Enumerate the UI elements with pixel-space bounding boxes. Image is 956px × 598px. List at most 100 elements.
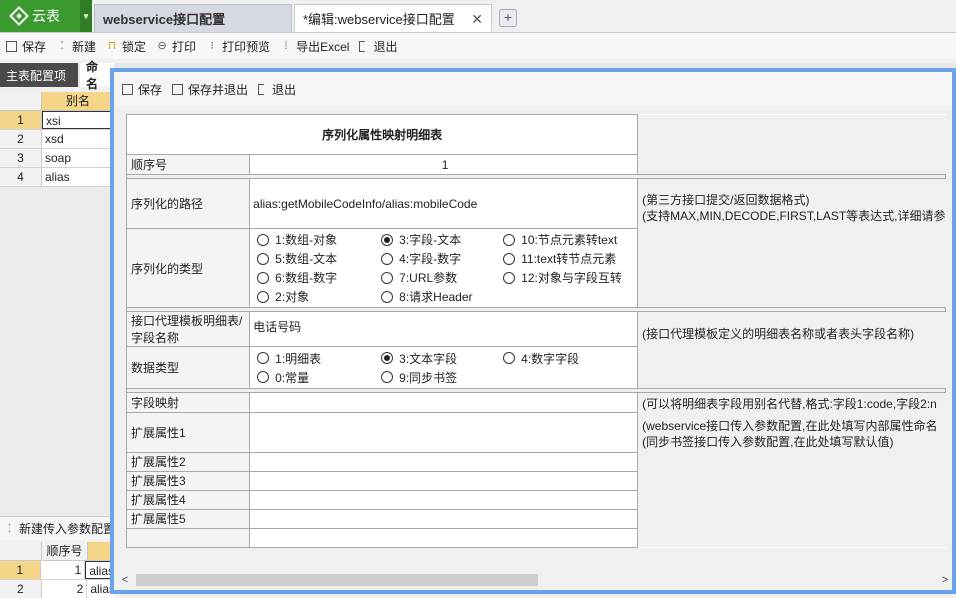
note-empty <box>637 228 946 308</box>
alias-cell[interactable]: xsi <box>42 111 115 129</box>
option-label: 1:明细表 <box>275 351 322 366</box>
path-field[interactable]: alias:getMobileCodeInfo/alias:mobileCode <box>249 178 639 229</box>
tab-namespace[interactable]: 命名 <box>80 60 114 91</box>
option-label: 2:对象 <box>275 290 310 304</box>
type-option-8[interactable]: 8:请求Header <box>381 288 503 305</box>
dtype-option-3[interactable]: 3:文本字段 <box>381 350 503 367</box>
app-menu-button[interactable]: 云表 <box>0 0 80 32</box>
app-logo-icon <box>9 6 29 26</box>
scroll-left-icon[interactable]: < <box>118 574 132 586</box>
new-icon: ⁚ <box>7 522 12 535</box>
ext5-field[interactable] <box>249 508 639 529</box>
close-icon[interactable]: ✕ <box>471 11 483 28</box>
table-row[interactable]: 1 1 alias <box>0 561 115 580</box>
type-option-11[interactable]: 11:text转节点元素 <box>503 250 633 267</box>
proxy-field[interactable]: 电话号码 <box>249 311 639 347</box>
note-empty <box>637 509 946 528</box>
add-tab-button[interactable]: + <box>499 9 517 27</box>
type-option-10[interactable]: 10:节点元素转text <box>503 231 633 248</box>
map-field[interactable] <box>249 392 639 413</box>
row-number: 1 <box>0 561 41 579</box>
seq-cell[interactable]: 2 <box>42 580 88 598</box>
type-option-1[interactable]: 1:数组-对象 <box>257 231 381 248</box>
ext2-label: 扩展属性2 <box>126 451 251 472</box>
radio-checked-icon <box>381 233 394 246</box>
proxy-label: 接口代理模板明细表/字段名称 <box>126 311 251 347</box>
save-button[interactable]: 保存 <box>6 38 46 55</box>
table-row[interactable]: 2 xsd <box>0 130 115 149</box>
ext2-field[interactable] <box>249 451 639 472</box>
ext3-label: 扩展属性3 <box>126 470 251 491</box>
table-row[interactable]: 3 soap <box>0 149 115 168</box>
radio-icon <box>381 252 394 265</box>
main-toolbar: 保存 ⁚ 新建 ⊓ 锁定 ⊖ 打印 ⁝ 打印预览 ⁞ 导出Excel 退出 <box>0 33 956 59</box>
alias-cell[interactable]: soap <box>42 149 115 167</box>
type-option-7[interactable]: 7:URL参数 <box>381 269 503 286</box>
new-param-button[interactable]: ⁚ 新建传入参数配置 <box>0 516 115 540</box>
tab-bar: 云表 ▼ webservice接口配置 *编辑:webservice接口配置 ✕… <box>0 0 956 33</box>
tab-label: *编辑:webservice接口配置 <box>303 11 455 27</box>
table-row[interactable]: 1 xsi <box>0 111 115 130</box>
ext1-note: (webservice接口传入参数配置,在此处填写内部属性命名 (同步书签接口传入… <box>637 412 946 452</box>
note-empty <box>637 471 946 490</box>
new-icon: ⁚ <box>60 40 64 52</box>
alias-cell[interactable]: xsd <box>42 130 115 148</box>
type-option-5[interactable]: 5:数组-文本 <box>257 250 381 267</box>
tab-webservice-config[interactable]: webservice接口配置 <box>94 4 292 32</box>
dialog-exit-label: 退出 <box>272 82 297 97</box>
blank-field[interactable] <box>249 527 639 548</box>
ext1-field[interactable] <box>249 411 639 453</box>
type-option-4[interactable]: 4:字段-数字 <box>381 250 503 267</box>
lock-label: 锁定 <box>122 39 147 54</box>
new-button[interactable]: ⁚ 新建 <box>56 38 96 55</box>
dtype-option-4[interactable]: 4:数字字段 <box>503 350 633 367</box>
dialog-save-exit-button[interactable]: 保存并退出 <box>172 81 248 98</box>
dtype-radio-group: 1:明细表 3:文本字段 4:数字字段 0:常量 9:同步书签 <box>249 346 639 389</box>
seq-field[interactable]: 1 <box>249 154 639 175</box>
table-row[interactable]: 4 alias <box>0 168 115 187</box>
scroll-right-icon[interactable]: > <box>938 574 952 586</box>
dtype-option-9[interactable]: 9:同步书签 <box>381 369 503 386</box>
type-option-3[interactable]: 3:字段-文本 <box>381 231 503 248</box>
tab-edit-webservice-config[interactable]: *编辑:webservice接口配置 ✕ <box>294 4 492 32</box>
lock-button[interactable]: ⊓ 锁定 <box>106 38 146 55</box>
save-icon <box>122 83 133 95</box>
exit-icon <box>359 40 366 52</box>
ext4-field[interactable] <box>249 489 639 510</box>
type-option-6[interactable]: 6:数组-数字 <box>257 269 381 286</box>
seq-column-header[interactable]: 顺序号 <box>42 542 88 560</box>
horizontal-scrollbar[interactable]: < > <box>118 572 952 588</box>
tab-main-config[interactable]: 主表配置项 <box>0 63 78 87</box>
type-option-2[interactable]: 2:对象 <box>257 288 381 305</box>
scroll-track[interactable] <box>132 574 938 586</box>
ext1-note-line2: (同步书签接口传入参数配置,在此处填写默认值) <box>642 435 894 449</box>
table-row[interactable]: 2 2 alias <box>0 580 115 598</box>
dialog-exit-button[interactable]: 退出 <box>258 81 296 98</box>
type-option-12[interactable]: 12:对象与字段互转 <box>503 269 633 286</box>
path-note: (第三方接口提交/返回数据格式) (支持MAX,MIN,DECODE,FIRST,… <box>637 178 946 229</box>
lock-icon: ⊓ <box>107 40 117 52</box>
note-empty <box>637 490 946 509</box>
save-icon <box>6 40 17 52</box>
app-menu-dropdown-icon[interactable]: ▼ <box>80 0 92 32</box>
path-note-line2: (支持MAX,MIN,DECODE,FIRST,LAST等表达式,详细请参 <box>642 208 946 223</box>
scroll-thumb[interactable] <box>136 574 538 586</box>
seq-cell[interactable]: 1 <box>41 561 86 579</box>
alias-cell[interactable]: alias <box>42 168 115 186</box>
exit-button[interactable]: 退出 <box>359 38 397 55</box>
print-preview-button[interactable]: ⁝ 打印预览 <box>206 38 270 55</box>
dtype-option-1[interactable]: 1:明细表 <box>257 350 381 367</box>
print-button[interactable]: ⊖ 打印 <box>156 38 196 55</box>
print-preview-label: 打印预览 <box>222 39 271 54</box>
export-excel-button[interactable]: ⁞ 导出Excel <box>280 38 350 55</box>
ext3-field[interactable] <box>249 470 639 491</box>
dtype-option-0[interactable]: 0:常量 <box>257 369 381 386</box>
dialog-save-button[interactable]: 保存 <box>122 81 162 98</box>
radio-icon <box>381 290 394 303</box>
row-number: 4 <box>0 168 42 186</box>
alias-column-header[interactable]: 别名 <box>42 92 115 110</box>
new-param-label: 新建传入参数配置 <box>18 522 115 536</box>
dtype-label: 数据类型 <box>126 346 251 389</box>
option-label: 1:数组-对象 <box>275 233 338 247</box>
ext5-label: 扩展属性5 <box>126 508 251 529</box>
